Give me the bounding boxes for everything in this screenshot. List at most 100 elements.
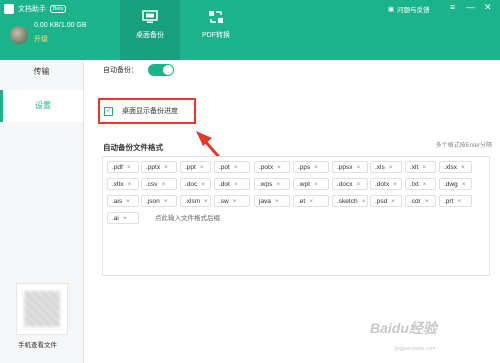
storage-quota: 0.00 KB/1.00 GB bbox=[34, 22, 87, 29]
remove-tag-icon[interactable]: × bbox=[391, 198, 395, 205]
remove-tag-icon[interactable]: × bbox=[164, 164, 168, 171]
format-tag[interactable]: .dot × bbox=[214, 178, 250, 190]
format-tag[interactable]: .sketch × bbox=[332, 195, 368, 207]
format-tag-label: .prt bbox=[444, 198, 454, 205]
remove-tag-icon[interactable]: × bbox=[128, 181, 132, 188]
remove-tag-icon[interactable]: × bbox=[423, 181, 427, 188]
format-tag[interactable]: .docx × bbox=[332, 178, 368, 190]
format-tag-label: .wpt bbox=[298, 181, 310, 188]
format-tag[interactable]: .potx × bbox=[254, 161, 290, 173]
remove-tag-icon[interactable]: × bbox=[127, 164, 131, 171]
minimize-icon[interactable]: — bbox=[466, 3, 475, 12]
remove-tag-icon[interactable]: × bbox=[126, 198, 130, 205]
format-tag-label: .doc bbox=[185, 181, 198, 188]
remove-tag-icon[interactable]: × bbox=[389, 164, 393, 171]
format-tag[interactable]: .dwg × bbox=[439, 178, 472, 190]
format-tag[interactable]: .xlsm × bbox=[180, 195, 211, 207]
remove-tag-icon[interactable]: × bbox=[309, 198, 313, 205]
format-tag[interactable]: .pot × bbox=[214, 161, 250, 173]
sidebar-item-transfer[interactable]: 传输 bbox=[0, 56, 83, 88]
mobile-view-label: 手机查看文件 bbox=[18, 342, 57, 349]
app-header: 文档助手 Beta 0.00 KB/1.00 GB 升级 桌面备份 PDF转换 … bbox=[0, 0, 500, 60]
remove-tag-icon[interactable]: × bbox=[123, 215, 127, 222]
qr-code bbox=[24, 291, 60, 327]
format-tag[interactable]: .csv × bbox=[141, 178, 177, 190]
remove-tag-icon[interactable]: × bbox=[314, 181, 318, 188]
beta-badge: Beta bbox=[50, 5, 67, 13]
format-tag[interactable]: .ppsx × bbox=[332, 161, 368, 173]
tab-pdf-convert[interactable]: PDF转换 bbox=[186, 0, 246, 60]
remove-tag-icon[interactable]: × bbox=[200, 164, 204, 171]
format-tag[interactable]: .pps × bbox=[293, 161, 329, 173]
upgrade-link[interactable]: 升级 bbox=[34, 34, 48, 44]
format-tag[interactable]: .txt × bbox=[405, 178, 436, 190]
sidebar-item-settings[interactable]: 设置 bbox=[0, 90, 83, 122]
feedback-link[interactable]: ▣ 问题与反馈 bbox=[388, 4, 430, 14]
remove-tag-icon[interactable]: × bbox=[357, 181, 361, 188]
remove-tag-icon[interactable]: × bbox=[314, 164, 318, 171]
format-section-title: 自动备份文件格式 bbox=[103, 143, 163, 152]
watermark: Baidu经验 bbox=[370, 320, 437, 336]
format-tag[interactable]: .json × bbox=[141, 195, 177, 207]
format-tag[interactable]: .wps × bbox=[254, 178, 290, 190]
avatar[interactable] bbox=[10, 26, 28, 44]
remove-tag-icon[interactable]: × bbox=[204, 198, 208, 205]
monitor-icon bbox=[142, 10, 158, 23]
watermark-url: jingyan.baidu.com bbox=[395, 346, 436, 352]
remove-tag-icon[interactable]: × bbox=[357, 164, 361, 171]
format-tag-label: .pot bbox=[219, 164, 230, 171]
remove-tag-icon[interactable]: × bbox=[461, 164, 465, 171]
format-tag[interactable]: .xlsx × bbox=[439, 161, 472, 173]
close-icon[interactable]: ✕ bbox=[484, 3, 492, 12]
app-title: 文档助手 Beta bbox=[18, 4, 67, 14]
format-tag[interactable]: .wpt × bbox=[293, 178, 329, 190]
format-tag[interactable]: .sw × bbox=[214, 195, 250, 207]
remove-tag-icon[interactable]: × bbox=[457, 198, 461, 205]
tab-label: PDF转换 bbox=[202, 32, 230, 39]
format-tag[interactable]: .pdf × bbox=[107, 161, 139, 173]
convert-icon bbox=[209, 11, 223, 23]
format-tag-label: .cdr bbox=[410, 198, 421, 205]
format-tag[interactable]: .ppt × bbox=[180, 161, 211, 173]
remove-tag-icon[interactable]: × bbox=[393, 181, 397, 188]
format-tag[interactable]: .dotx × bbox=[370, 178, 402, 190]
format-tag-label: .ai bbox=[112, 215, 119, 222]
remove-tag-icon[interactable]: × bbox=[276, 181, 280, 188]
app-logo-icon bbox=[4, 4, 14, 14]
mobile-qr-card[interactable] bbox=[16, 283, 68, 335]
remove-tag-icon[interactable]: × bbox=[362, 198, 366, 205]
format-tag[interactable]: .prt × bbox=[439, 195, 472, 207]
format-tag[interactable]: .xltx × bbox=[107, 178, 139, 190]
tab-desktop-backup[interactable]: 桌面备份 bbox=[120, 0, 180, 60]
format-tag[interactable]: .xls × bbox=[370, 161, 402, 173]
format-tag[interactable]: .pptx × bbox=[141, 161, 177, 173]
format-tag[interactable]: java × bbox=[254, 195, 290, 207]
format-tag-label: .pps bbox=[298, 164, 311, 171]
format-tag[interactable]: .psd × bbox=[370, 195, 402, 207]
format-tag[interactable]: .ais × bbox=[107, 195, 139, 207]
format-tag-label: .psd bbox=[375, 198, 388, 205]
menu-icon[interactable]: ≡ bbox=[450, 3, 455, 12]
format-tag-input[interactable]: .pdf × .pptx × .ppt × .pot × .potx × .pps × .ppsx × .x… bbox=[102, 156, 490, 276]
remove-tag-icon[interactable]: × bbox=[201, 181, 205, 188]
format-tag[interactable]: .doc × bbox=[180, 178, 211, 190]
remove-tag-icon[interactable]: × bbox=[164, 198, 168, 205]
format-tag-label: .json bbox=[146, 198, 160, 205]
remove-tag-icon[interactable]: × bbox=[162, 181, 166, 188]
format-tag-label: .csv bbox=[146, 181, 158, 188]
remove-tag-icon[interactable]: × bbox=[233, 198, 237, 205]
format-tag-label: .xls bbox=[375, 164, 385, 171]
format-tag[interactable]: .cdr × bbox=[405, 195, 436, 207]
remove-tag-icon[interactable]: × bbox=[234, 164, 238, 171]
format-tag-label: .potx bbox=[259, 164, 274, 171]
format-input-placeholder[interactable]: 点此输入文件格式后缀 bbox=[155, 212, 220, 222]
remove-tag-icon[interactable]: × bbox=[425, 198, 429, 205]
format-tag[interactable]: .xlt × bbox=[405, 161, 436, 173]
remove-tag-icon[interactable]: × bbox=[234, 181, 238, 188]
format-tag[interactable]: .et × bbox=[293, 195, 329, 207]
remove-tag-icon[interactable]: × bbox=[275, 198, 279, 205]
format-tag[interactable]: .ai × bbox=[107, 212, 139, 224]
remove-tag-icon[interactable]: × bbox=[422, 164, 426, 171]
remove-tag-icon[interactable]: × bbox=[462, 181, 466, 188]
remove-tag-icon[interactable]: × bbox=[277, 164, 281, 171]
